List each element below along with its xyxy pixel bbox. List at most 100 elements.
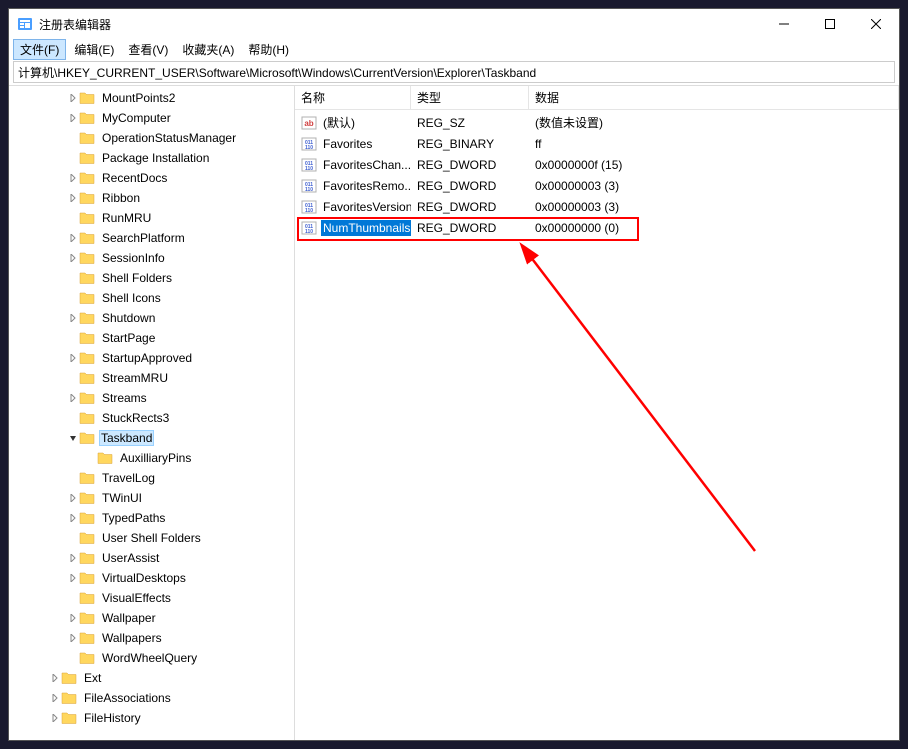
value-type: REG_DWORD [411, 158, 529, 172]
tree-item[interactable]: StuckRects3 [9, 408, 295, 428]
expand-icon[interactable] [67, 394, 79, 402]
value-data: (数值未设置) [529, 114, 899, 131]
tree-item-label: AuxilliaryPins [117, 450, 194, 466]
tree-item[interactable]: TypedPaths [9, 508, 295, 528]
tree-item[interactable]: User Shell Folders [9, 528, 295, 548]
tree-item[interactable]: VirtualDesktops [9, 568, 295, 588]
value-type: REG_DWORD [411, 179, 529, 193]
column-header-data[interactable]: 数据 [529, 86, 899, 109]
expand-icon[interactable] [67, 574, 79, 582]
expand-icon[interactable] [67, 634, 79, 642]
tree-item[interactable]: VisualEffects [9, 588, 295, 608]
svg-text:110: 110 [305, 229, 313, 235]
list-row[interactable]: 011110FavoritesVersionREG_DWORD0x0000000… [295, 196, 899, 217]
column-header-name[interactable]: 名称 [295, 86, 411, 109]
value-name: NumThumbnails [321, 220, 411, 236]
reg-binary-icon: 011110 [301, 157, 317, 173]
window-title: 注册表编辑器 [39, 16, 111, 33]
expand-icon[interactable] [67, 494, 79, 502]
collapse-icon[interactable] [67, 434, 79, 442]
expand-icon[interactable] [49, 714, 61, 722]
tree-item[interactable]: Ribbon [9, 188, 295, 208]
tree-item-label: Shell Icons [99, 290, 164, 306]
tree-item[interactable]: UserAssist [9, 548, 295, 568]
tree-item[interactable]: StartPage [9, 328, 295, 348]
list-row[interactable]: 011110NumThumbnailsREG_DWORD0x00000000 (… [295, 217, 899, 238]
expand-icon[interactable] [67, 114, 79, 122]
expand-icon[interactable] [67, 254, 79, 262]
tree-item[interactable]: Taskband [9, 428, 295, 448]
expand-icon[interactable] [67, 94, 79, 102]
folder-icon [79, 330, 95, 346]
reg-binary-icon: 011110 [301, 136, 317, 152]
column-header-type[interactable]: 类型 [411, 86, 529, 109]
menu-edit[interactable]: 编辑(E) [68, 40, 120, 59]
menu-file[interactable]: 文件(F) [13, 39, 66, 60]
menu-help[interactable]: 帮助(H) [242, 40, 295, 59]
tree-item[interactable]: TWinUI [9, 488, 295, 508]
tree-item[interactable]: FileAssociations [9, 688, 295, 708]
value-data: ff [529, 137, 899, 151]
tree-item-label: Ribbon [99, 190, 143, 206]
menu-view[interactable]: 查看(V) [122, 40, 174, 59]
tree-item[interactable]: RunMRU [9, 208, 295, 228]
folder-icon [79, 290, 95, 306]
value-type: REG_SZ [411, 116, 529, 130]
tree-item[interactable]: SearchPlatform [9, 228, 295, 248]
close-button[interactable] [853, 9, 899, 39]
address-bar[interactable]: 计算机\HKEY_CURRENT_USER\Software\Microsoft… [13, 61, 895, 83]
menu-favorites[interactable]: 收藏夹(A) [176, 40, 240, 59]
tree-item[interactable]: FileHistory [9, 708, 295, 728]
expand-icon[interactable] [67, 354, 79, 362]
tree-item[interactable]: MyComputer [9, 108, 295, 128]
expand-icon[interactable] [67, 614, 79, 622]
expand-icon[interactable] [49, 694, 61, 702]
folder-icon [79, 650, 95, 666]
list-row[interactable]: 011110FavoritesChan...REG_DWORD0x0000000… [295, 154, 899, 175]
tree-item-label: Wallpaper [99, 610, 159, 626]
list-row[interactable]: 011110FavoritesRemo...REG_DWORD0x0000000… [295, 175, 899, 196]
expand-icon[interactable] [67, 514, 79, 522]
tree-item[interactable]: SessionInfo [9, 248, 295, 268]
list-panel[interactable]: 名称 类型 数据 ab(默认)REG_SZ(数值未设置)011110Favori… [295, 86, 899, 740]
tree-item[interactable]: Ext [9, 668, 295, 688]
tree-item[interactable]: Shell Icons [9, 288, 295, 308]
value-data: 0x00000003 (3) [529, 200, 899, 214]
tree-item[interactable]: Wallpapers [9, 628, 295, 648]
tree-item-label: TWinUI [99, 490, 145, 506]
content-area: MountPoints2MyComputerOperationStatusMan… [9, 85, 899, 740]
tree-item[interactable]: TravelLog [9, 468, 295, 488]
expand-icon[interactable] [67, 194, 79, 202]
tree-item[interactable]: StartupApproved [9, 348, 295, 368]
tree-item-label: SessionInfo [99, 250, 168, 266]
tree-item[interactable]: Wallpaper [9, 608, 295, 628]
expand-icon[interactable] [49, 674, 61, 682]
expand-icon[interactable] [67, 554, 79, 562]
maximize-button[interactable] [807, 9, 853, 39]
expand-icon[interactable] [67, 234, 79, 242]
tree-item-label: SearchPlatform [99, 230, 188, 246]
tree-panel[interactable]: MountPoints2MyComputerOperationStatusMan… [9, 86, 295, 740]
tree-item[interactable]: Shutdown [9, 308, 295, 328]
list-row[interactable]: ab(默认)REG_SZ(数值未设置) [295, 112, 899, 133]
expand-icon[interactable] [67, 314, 79, 322]
tree-item[interactable]: MountPoints2 [9, 88, 295, 108]
list-row[interactable]: 011110FavoritesREG_BINARYff [295, 133, 899, 154]
tree-item[interactable]: RecentDocs [9, 168, 295, 188]
tree-item[interactable]: Package Installation [9, 148, 295, 168]
tree-item[interactable]: Streams [9, 388, 295, 408]
tree-item[interactable]: WordWheelQuery [9, 648, 295, 668]
minimize-button[interactable] [761, 9, 807, 39]
tree-item[interactable]: StreamMRU [9, 368, 295, 388]
tree-item[interactable]: AuxilliaryPins [9, 448, 295, 468]
expand-icon[interactable] [67, 174, 79, 182]
value-data: 0x00000003 (3) [529, 179, 899, 193]
reg-binary-icon: 011110 [301, 220, 317, 236]
folder-icon [61, 690, 77, 706]
folder-icon [79, 310, 95, 326]
folder-icon [79, 190, 95, 206]
tree-item-label: TypedPaths [99, 510, 168, 526]
tree-item-label: FileHistory [81, 710, 144, 726]
tree-item[interactable]: Shell Folders [9, 268, 295, 288]
tree-item[interactable]: OperationStatusManager [9, 128, 295, 148]
